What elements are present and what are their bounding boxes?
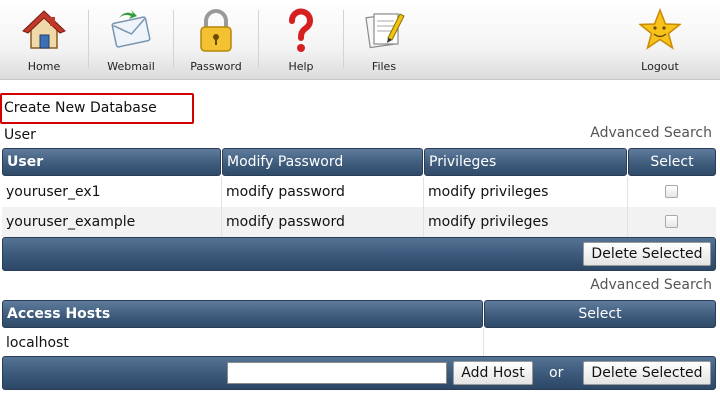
column-header-privileges: Privileges — [424, 148, 627, 176]
select-checkbox[interactable] — [665, 215, 678, 228]
top-toolbar: Home Webmail Password Help Files Logout — [0, 0, 720, 80]
modify-password-link[interactable]: modify password — [222, 177, 424, 207]
user-name-cell: youruser_example — [2, 207, 222, 237]
users-action-bar: Delete Selected — [2, 237, 716, 271]
padlock-icon — [200, 9, 232, 52]
or-label: or — [549, 365, 564, 381]
home-button[interactable]: Home — [0, 0, 88, 80]
create-database-user-link[interactable]: Create New Database User — [0, 93, 194, 143]
toolbar-label: Password — [190, 60, 242, 73]
toolbar-label: Logout — [641, 60, 679, 73]
table-row: localhost — [2, 328, 716, 358]
new-host-input[interactable] — [227, 362, 447, 384]
toolbar-label: Help — [288, 60, 314, 73]
user-name-cell: youruser_ex1 — [2, 177, 222, 207]
column-header-select: Select — [628, 148, 716, 176]
table-row: youruser_example modify password modify … — [2, 207, 716, 237]
advanced-search-link[interactable]: Advanced Search — [590, 277, 712, 293]
host-cell: localhost — [2, 328, 484, 358]
toolbar-label: Home — [27, 60, 61, 73]
password-button[interactable]: Password — [174, 0, 258, 80]
add-host-button[interactable]: Add Host — [453, 361, 533, 385]
column-header-select: Select — [484, 300, 716, 328]
toolbar-label: Webmail — [107, 60, 155, 73]
column-header-user: User — [2, 148, 221, 176]
delete-selected-users-button[interactable]: Delete Selected — [583, 242, 711, 266]
table-row: youruser_ex1 modify password modify priv… — [2, 177, 716, 207]
hosts-action-bar: Add Host or Delete Selected — [2, 356, 716, 390]
column-header-modify-password: Modify Password — [222, 148, 423, 176]
webmail-button[interactable]: Webmail — [89, 0, 173, 80]
advanced-search-link[interactable]: Advanced Search — [590, 125, 712, 141]
star-icon — [639, 8, 681, 50]
modify-privileges-link[interactable]: modify privileges — [424, 207, 628, 237]
column-header-access-hosts: Access Hosts — [2, 300, 483, 328]
logout-button[interactable]: Logout — [616, 0, 704, 80]
question-mark-icon — [289, 8, 313, 52]
select-checkbox[interactable] — [665, 185, 678, 198]
delete-selected-hosts-button[interactable]: Delete Selected — [583, 361, 711, 385]
envelope-icon — [111, 10, 151, 48]
help-button[interactable]: Help — [259, 0, 343, 80]
files-button[interactable]: Files — [344, 0, 424, 80]
modify-privileges-link[interactable]: modify privileges — [424, 177, 628, 207]
toolbar-label: Files — [371, 60, 397, 73]
files-icon — [365, 13, 405, 49]
house-icon — [22, 10, 66, 49]
modify-password-link[interactable]: modify password — [222, 207, 424, 237]
